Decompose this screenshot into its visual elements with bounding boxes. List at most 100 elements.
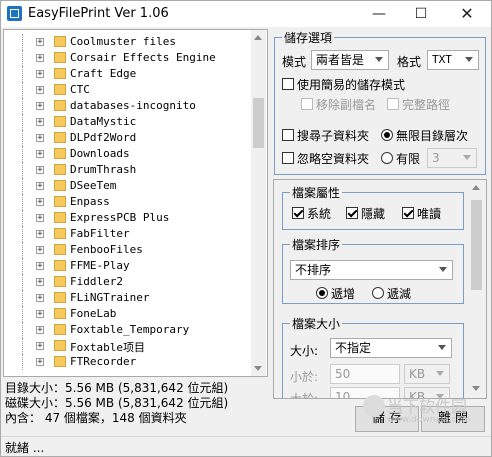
less-than-input[interactable]: 50 [330,364,400,384]
tree-item[interactable]: + databases-incognito [4,98,249,114]
tree-item[interactable]: + Corsair Effects Engine [4,50,249,66]
folder-tree[interactable]: + Coolmuster files + Corsair Effects Engine… [3,29,268,377]
scroll-thumb[interactable] [471,200,482,290]
scroll-down-icon[interactable] [254,366,262,371]
expand-icon[interactable]: + [36,150,44,159]
scroll-down-icon[interactable] [472,386,480,391]
hidden-checkbox[interactable] [346,207,358,219]
tree-item[interactable]: + FTRecorder [4,354,249,370]
tree-item-label: Corsair Effects Engine [70,51,216,64]
window-title: EasyFilePrint Ver 1.06 [28,6,169,21]
tree-item[interactable]: + DLPdf2Word [4,130,249,146]
folder-icon [54,212,66,223]
tree-item[interactable]: + Foxtable项目 [4,338,249,354]
tree-item[interactable]: + Coolmuster files [4,34,249,50]
status-bar: 就緒 ... [1,436,491,456]
format-select[interactable]: TXT [427,50,479,70]
tree-item[interactable]: + DSeeTem [4,178,249,194]
chevron-down-icon [436,371,444,376]
search-subfolders-checkbox[interactable] [282,129,294,141]
tree-guide-line [22,306,23,322]
readonly-checkbox[interactable] [402,207,414,219]
expand-icon[interactable]: + [36,214,44,223]
descending-radio[interactable] [372,287,384,299]
system-checkbox[interactable] [292,207,304,219]
less-than-unit-select[interactable]: KB [404,364,450,384]
folder-stats: 目錄大小：5.56 MB (5,831,642 位元組) 磁碟大小：5.56 M… [5,381,228,426]
folder-icon [54,84,66,95]
expand-icon[interactable]: + [36,246,44,255]
expand-icon[interactable]: + [36,54,44,63]
expand-icon[interactable]: + [36,38,44,47]
expand-icon[interactable]: + [36,230,44,239]
tree-item[interactable]: + DrumThrash [4,162,249,178]
expand-icon[interactable]: + [36,278,44,287]
folder-icon [54,164,66,175]
tree-item[interactable]: + FFME-Play [4,258,249,274]
tree-item-label: Enpass [70,195,110,208]
expand-icon[interactable]: + [36,342,44,351]
expand-icon[interactable]: + [36,310,44,319]
expand-icon[interactable]: + [36,70,44,79]
full-path-label: 完整路徑 [402,98,451,112]
filter-options-panel[interactable]: 檔案屬性 系統 隱藏 唯讀 檔案排序 不排序 遞增 遞減 檔案大小 大小: 不指… [273,179,487,399]
scroll-thumb[interactable] [253,98,264,148]
remove-ext-checkbox[interactable] [301,98,313,110]
expand-icon[interactable]: + [36,294,44,303]
expand-icon[interactable]: + [36,118,44,127]
mode-select[interactable]: 兩者皆是 [311,50,389,70]
expand-icon[interactable]: + [36,262,44,271]
tree-guide-line [22,338,23,354]
contains-value: ： 47 個檔案，148 個資料夾 [29,411,187,425]
tree-item[interactable]: + Enpass [4,194,249,210]
ascending-radio[interactable] [316,287,328,299]
tree-item[interactable]: + Craft Edge [4,66,249,82]
sort-select[interactable]: 不排序 [290,260,453,280]
tree-item[interactable]: + FenbooFiles [4,242,249,258]
scroll-up-icon[interactable] [254,35,262,40]
expand-icon[interactable]: + [36,198,44,207]
expand-icon[interactable]: + [36,166,44,175]
limited-radio[interactable] [381,152,393,164]
tree-item[interactable]: + DataMystic [4,114,249,130]
tree-item[interactable]: + FLiNGTrainer [4,290,249,306]
expand-icon[interactable]: + [36,86,44,95]
tree-guide-line [22,242,23,258]
expand-icon[interactable]: + [36,326,44,335]
scroll-up-icon[interactable] [472,185,480,190]
tree-item[interactable]: + Fiddler2 [4,274,249,290]
folder-icon [54,260,66,271]
unlimited-radio[interactable] [381,129,393,141]
tree-item[interactable]: + Foxtable_Temporary [4,322,249,338]
expand-icon[interactable]: + [36,182,44,191]
full-path-checkbox[interactable] [387,98,399,110]
search-subfolders-label: 搜尋子資料夾 [297,129,370,143]
simple-mode-checkbox[interactable] [282,78,294,90]
options-scrollbar[interactable] [469,180,484,396]
tree-item-label: FenbooFiles [70,243,143,256]
watermark-text: 当下软件园 [387,397,468,416]
expand-icon[interactable]: + [36,102,44,111]
folder-icon [54,228,66,239]
minimize-button[interactable]: — [359,1,399,27]
disk-size-row: 磁碟大小：5.56 MB (5,831,642 位元組) [5,396,228,411]
watermark: 当下软件园 www.downxia.com [363,393,471,433]
tree-item-label: FLiNGTrainer [70,291,150,304]
expand-icon[interactable]: + [36,134,44,143]
tree-scrollbar[interactable] [251,30,266,376]
close-window-button[interactable]: ✕ [447,1,487,27]
tree-item[interactable]: + Downloads [4,146,249,162]
tree-item-label: Downloads [70,147,130,160]
maximize-button[interactable]: ☐ [401,1,441,27]
tree-item[interactable]: + ExpressPCB Plus [4,210,249,226]
dir-size-row: 目錄大小：5.56 MB (5,831,642 位元組) [5,381,228,396]
unlimited-label: 無限目錄層次 [396,129,469,143]
tree-guide-line [22,210,23,226]
expand-icon[interactable]: + [36,358,44,367]
depth-select[interactable]: 3 [427,148,477,168]
size-select[interactable]: 不指定 [330,338,452,358]
tree-item[interactable]: + CTC [4,82,249,98]
tree-item[interactable]: + FoneLab [4,306,249,322]
ignore-empty-checkbox[interactable] [282,152,294,164]
tree-item[interactable]: + FabFilter [4,226,249,242]
